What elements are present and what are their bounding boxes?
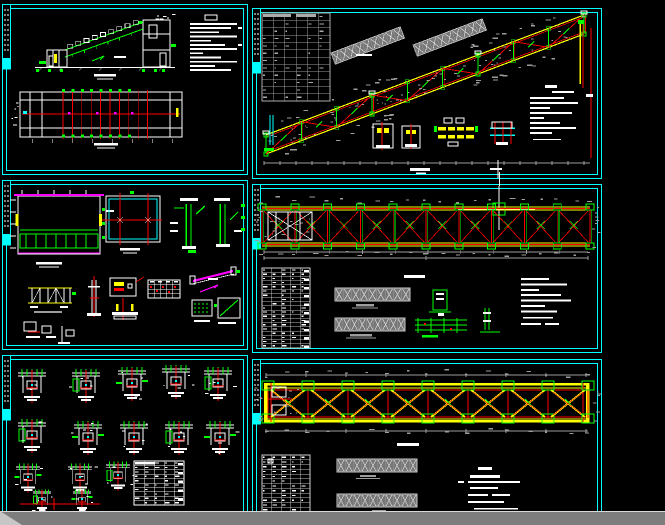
connection-detail	[162, 365, 195, 399]
roof-plan	[10, 190, 114, 268]
walkway-hatch-strips	[336, 443, 419, 511]
inclined-member-detail	[189, 266, 240, 293]
window-statusbar	[0, 511, 665, 525]
cad-viewport	[0, 0, 665, 525]
sheet-gallery-elevation[interactable]	[2, 4, 248, 175]
connection-detail	[165, 421, 193, 455]
connection-detail	[106, 461, 135, 491]
sheet-gallery-truss-elevation[interactable]	[252, 359, 602, 511]
gallery-side-elevation	[35, 14, 176, 80]
schedule-table	[261, 267, 311, 349]
stub-column-detail	[87, 276, 101, 317]
splice-details	[372, 117, 515, 150]
sheet-titleblock-strip	[2, 355, 11, 421]
mini-schedule-table	[147, 279, 181, 299]
sheet-canvas	[2, 4, 248, 175]
base-plate-detail	[112, 298, 138, 320]
sheet-titleblock-strip	[252, 8, 261, 74]
section-plan	[102, 191, 162, 254]
window-resize-corner	[0, 511, 22, 525]
connection-detail	[14, 463, 44, 493]
inclined-truss-elevation	[262, 10, 588, 157]
connection-detail	[71, 421, 104, 455]
connection-details-grid	[14, 365, 240, 511]
sheet-titleblock-strip	[252, 184, 261, 250]
sheet-canvas	[252, 184, 602, 353]
connection-detail	[204, 421, 240, 455]
sheet-titleblock-strip	[2, 180, 11, 246]
connection-detail	[116, 367, 148, 401]
sheet-connection-details[interactable]	[2, 355, 248, 511]
connection-detail	[68, 463, 99, 493]
sheet-canvas	[252, 359, 602, 511]
notes-text	[521, 278, 571, 325]
general-notes-text	[190, 14, 242, 71]
base-line	[263, 161, 590, 174]
sheet-gallery-truss-plan[interactable]	[252, 184, 602, 353]
horizontal-truss-elevation	[254, 369, 602, 435]
connection-detail	[18, 369, 46, 403]
section-symbol	[458, 186, 535, 230]
connection-detail	[204, 367, 237, 401]
mini-truss-elevation	[28, 287, 76, 313]
railing-details	[415, 289, 500, 338]
connection-detail	[18, 419, 46, 453]
sheet-inclined-truss[interactable]	[252, 8, 602, 179]
connection-detail	[71, 489, 93, 511]
sheet-titleblock-strip	[252, 359, 261, 425]
material-table	[133, 460, 185, 506]
gallery-plan-view	[11, 89, 183, 149]
schedule-table	[261, 454, 311, 511]
sheet-roof-plan-details[interactable]	[2, 180, 248, 350]
sheet-titleblock-strip	[2, 4, 11, 70]
sheet-canvas	[2, 180, 248, 350]
dimension-strips	[330, 18, 487, 65]
column-details	[170, 198, 245, 253]
connection-detail	[32, 489, 53, 511]
horizontal-truss-plan	[254, 196, 601, 260]
bracing-details	[191, 297, 241, 324]
connection-detail	[120, 421, 148, 455]
sheet-canvas	[2, 355, 248, 511]
sheet-canvas	[252, 8, 602, 179]
member-schedule-table	[261, 12, 331, 102]
notes-text	[458, 467, 520, 510]
bracket-detail	[109, 276, 145, 297]
anchor-bits	[23, 321, 75, 344]
connection-detail	[69, 369, 100, 403]
section-leader-line	[499, 172, 500, 186]
walkway-hatch-strips	[334, 275, 425, 339]
